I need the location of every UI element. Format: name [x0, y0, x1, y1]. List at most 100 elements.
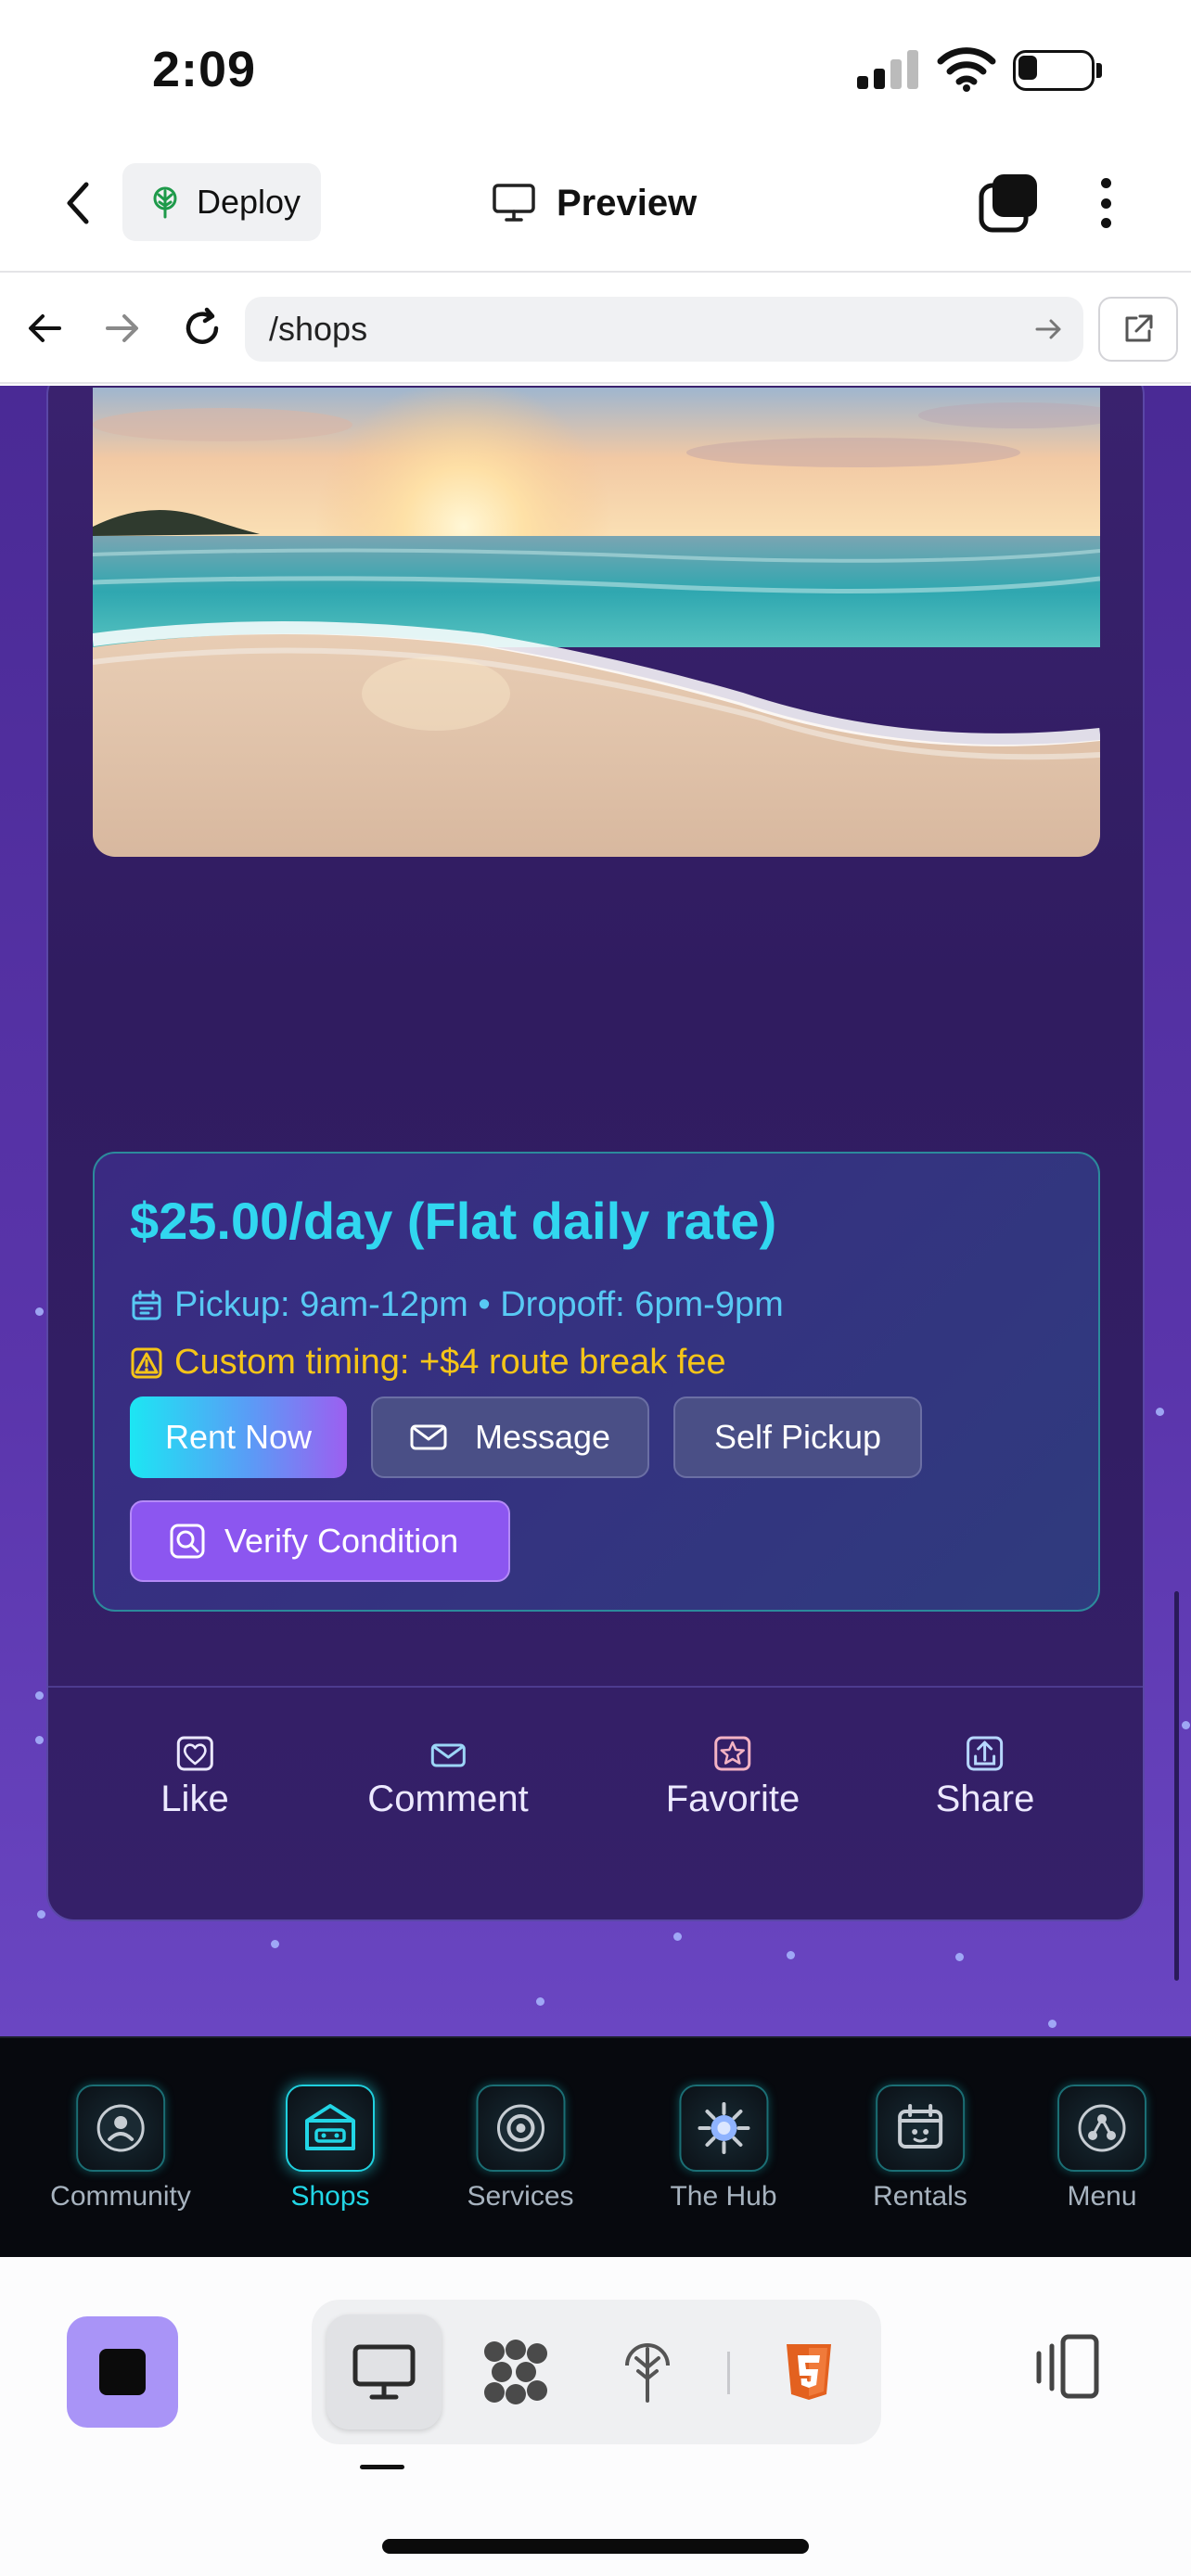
- rental-post-card: $25.00/day (Flat daily rate) Pickup: 9am…: [46, 386, 1145, 1921]
- message-label: Message: [474, 1418, 611, 1456]
- warning-icon: [131, 1347, 162, 1378]
- deploy-tree-icon: [153, 186, 177, 219]
- like-button[interactable]: Like: [160, 1736, 229, 1820]
- star-particle: [955, 1953, 964, 1961]
- deploy-tree-button[interactable]: [590, 2315, 705, 2429]
- battery-icon: [1013, 50, 1102, 91]
- price-label: $25.00/day (Flat daily rate): [130, 1192, 777, 1250]
- go-arrow-icon[interactable]: [1031, 312, 1067, 347]
- app-tab-bar: Community Shops Services The Hub Rentals…: [0, 2036, 1191, 2257]
- menu-icon: [1057, 2085, 1146, 2172]
- chevron-left-icon: [67, 182, 89, 224]
- star-particle: [271, 1940, 279, 1948]
- deploy-label: Deploy: [197, 183, 301, 221]
- status-bar: 2:09: [0, 0, 1191, 139]
- star-icon: [714, 1736, 751, 1771]
- hub-icon: [678, 2085, 768, 2172]
- device-orientation-icon[interactable]: [1031, 2333, 1102, 2402]
- arrow-right-icon: [106, 314, 138, 342]
- preview-title: Preview: [492, 171, 697, 236]
- desktop-preview-button[interactable]: [327, 2315, 442, 2429]
- preview-title-text: Preview: [557, 182, 698, 223]
- star-particle: [37, 1910, 45, 1919]
- back-button[interactable]: [52, 174, 104, 232]
- tab-menu[interactable]: Menu: [1057, 2085, 1146, 2213]
- tab-services[interactable]: Services: [467, 2085, 574, 2213]
- star-particle: [35, 1736, 44, 1744]
- pickup-dropoff-hours: Pickup: 9am-12pm • Dropoff: 6pm-9pm: [130, 1285, 784, 1325]
- like-label: Like: [160, 1779, 229, 1819]
- services-icon: [475, 2085, 565, 2172]
- message-button[interactable]: Message: [371, 1396, 649, 1478]
- reload-button[interactable]: [176, 302, 228, 354]
- mail-icon: [410, 1424, 447, 1450]
- browser-forward-button[interactable]: [96, 302, 148, 354]
- tab-label: The Hub: [670, 2181, 777, 2212]
- star-particle: [1156, 1408, 1164, 1416]
- listing-photo[interactable]: [93, 388, 1100, 857]
- tab-shops[interactable]: Shops: [286, 2085, 375, 2213]
- home-indicator[interactable]: [382, 2539, 809, 2554]
- tab-label: Menu: [1067, 2181, 1137, 2212]
- open-external-button[interactable]: [1098, 297, 1178, 362]
- hours-text: Pickup: 9am-12pm • Dropoff: 6pm-9pm: [174, 1285, 784, 1324]
- view-mode-group: [312, 2300, 881, 2444]
- community-icon: [75, 2085, 165, 2172]
- deploy-button[interactable]: Deploy: [122, 163, 321, 241]
- desktop-preview-icon: [352, 2344, 416, 2400]
- signal-icon: [857, 50, 918, 89]
- status-time: 2:09: [152, 42, 257, 97]
- verify-condition-button[interactable]: Verify Condition: [130, 1500, 510, 1582]
- app-top-bar: Deploy Preview: [0, 139, 1191, 273]
- calendar-icon: [132, 1290, 161, 1320]
- tab-community[interactable]: Community: [50, 2085, 191, 2213]
- monitor-icon: [493, 184, 535, 222]
- web-viewport[interactable]: $25.00/day (Flat daily rate) Pickup: 9am…: [0, 386, 1191, 2036]
- tab-label: Services: [467, 2181, 574, 2212]
- mail-icon: [430, 1743, 466, 1767]
- heart-icon: [176, 1736, 213, 1771]
- rentals-icon: [876, 2085, 965, 2172]
- external-link-icon: [1125, 314, 1153, 342]
- url-field[interactable]: /shops: [245, 297, 1083, 362]
- fee-text: Custom timing: +$4 route break fee: [174, 1343, 726, 1382]
- share-button[interactable]: Share: [935, 1736, 1035, 1820]
- star-particle: [1182, 1721, 1190, 1729]
- share-icon: [967, 1736, 1004, 1771]
- tab-rentals[interactable]: Rentals: [873, 2085, 967, 2213]
- self-pickup-button[interactable]: Self Pickup: [673, 1396, 922, 1478]
- rent-now-button[interactable]: Rent Now: [130, 1396, 347, 1478]
- beach-sunset-image: [93, 388, 1100, 857]
- tab-the-hub[interactable]: The Hub: [670, 2085, 777, 2213]
- tab-label: Community: [50, 2181, 191, 2212]
- share-label: Share: [935, 1779, 1035, 1819]
- star-particle: [1048, 2020, 1057, 2028]
- deploy-tree-icon: [625, 2343, 670, 2403]
- browser-bar: /shops: [0, 274, 1191, 384]
- comment-button[interactable]: Comment: [367, 1736, 529, 1820]
- stop-button[interactable]: [67, 2316, 178, 2428]
- browser-back-button[interactable]: [19, 302, 70, 354]
- tabs-switcher-icon[interactable]: [978, 172, 1039, 234]
- html5-button[interactable]: [751, 2315, 866, 2429]
- custom-timing-fee: Custom timing: +$4 route break fee: [130, 1343, 726, 1383]
- favorite-label: Favorite: [665, 1779, 800, 1819]
- page-scrollbar[interactable]: [1174, 1591, 1179, 1981]
- shop-icon: [286, 2085, 375, 2172]
- star-particle: [35, 1307, 44, 1316]
- inspect-icon: [170, 1524, 205, 1559]
- star-particle: [35, 1691, 44, 1700]
- editor-toolbar: [0, 2257, 1191, 2576]
- url-text: /shops: [269, 310, 368, 348]
- reload-icon: [186, 307, 219, 344]
- tab-label: Shops: [290, 2181, 370, 2212]
- more-options-icon[interactable]: [1085, 172, 1126, 234]
- star-particle: [787, 1951, 795, 1959]
- tab-label: Rentals: [873, 2181, 967, 2212]
- verify-label: Verify Condition: [224, 1522, 459, 1560]
- favorite-button[interactable]: Favorite: [666, 1736, 800, 1820]
- html5-icon: [787, 2344, 831, 2400]
- bubbles-button[interactable]: [458, 2315, 573, 2429]
- actions-divider: [48, 1686, 1143, 1688]
- bubbles-icon: [484, 2340, 547, 2404]
